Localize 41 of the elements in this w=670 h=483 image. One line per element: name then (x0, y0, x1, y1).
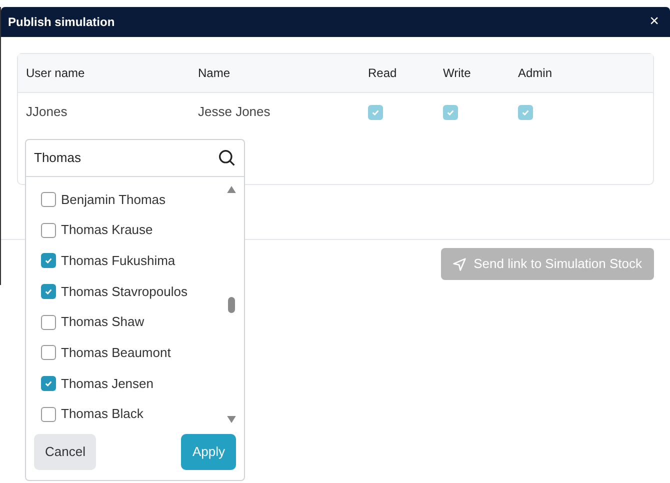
user-option[interactable]: Thomas Fukushima (26, 245, 224, 276)
checkbox[interactable] (41, 406, 56, 422)
close-button[interactable]: × (650, 14, 663, 30)
checkbox[interactable] (443, 104, 458, 120)
check-icon (521, 108, 530, 116)
user-option[interactable]: Thomas Black (26, 398, 224, 430)
check-icon (44, 286, 53, 296)
column-header: User name (26, 65, 86, 82)
checkbox[interactable] (41, 284, 56, 299)
check-icon (44, 256, 53, 266)
checkbox[interactable] (41, 222, 56, 238)
scroll-down-icon[interactable] (226, 416, 236, 423)
user-option[interactable]: Benjamin Thomas (26, 184, 224, 215)
user-option[interactable]: Thomas Shaw (26, 306, 224, 338)
window-title: Publish simulation (8, 14, 115, 31)
column-header: Read (368, 65, 398, 82)
column-header: Write (443, 65, 472, 82)
user-option[interactable]: Thomas Stavropoulos (26, 276, 224, 307)
column-header: Admin (518, 65, 552, 82)
cancel-button[interactable]: Cancel (34, 434, 96, 470)
checkbox[interactable] (41, 253, 56, 268)
checkbox[interactable] (41, 314, 56, 330)
checkbox[interactable] (368, 104, 383, 120)
scroll-up-icon[interactable] (226, 186, 236, 193)
user-option[interactable]: Thomas Jensen (26, 368, 224, 399)
checkbox[interactable] (41, 192, 56, 207)
checkbox[interactable] (41, 376, 56, 391)
user-option[interactable]: Thomas Krause (26, 214, 224, 246)
search-icon (218, 149, 236, 167)
check-icon (446, 108, 455, 116)
scroll-thumb[interactable] (228, 296, 234, 312)
table-cell-text: Jesse Jones (198, 103, 272, 122)
check-icon (44, 378, 53, 388)
table-cell-text: JJones (26, 103, 68, 122)
column-header: Name (198, 65, 232, 82)
user-option[interactable]: Thomas Beaumont (26, 337, 224, 368)
check-icon (371, 108, 380, 116)
checkbox[interactable] (518, 104, 533, 120)
send-icon (452, 258, 466, 270)
search-field[interactable]: Thomas (34, 148, 218, 168)
checkbox[interactable] (41, 345, 56, 360)
